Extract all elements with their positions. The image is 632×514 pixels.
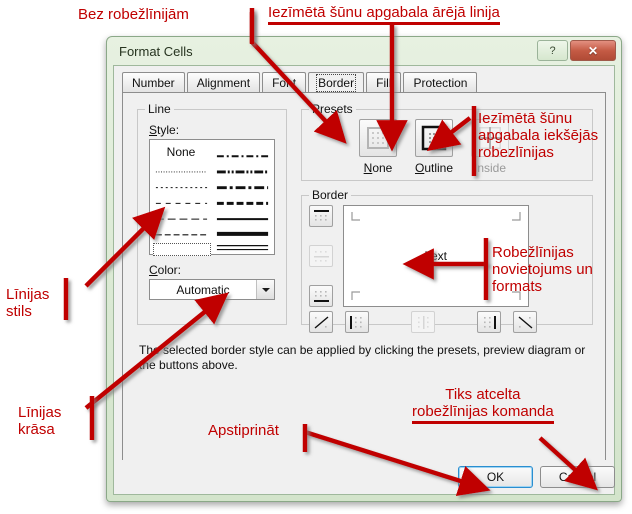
diagonal-down-border-icon [518,315,532,329]
tab-font[interactable]: Font [262,72,307,93]
tab-alignment[interactable]: Alignment [186,72,261,93]
top-border-button[interactable] [309,205,333,227]
tab-strip: Number Alignment Font Border Fill Protec… [122,72,479,93]
annotation-no-borders: Bez robežlīnijām [78,6,189,23]
tab-protection[interactable]: Protection [403,72,478,93]
vertical-inside-border-icon [417,315,429,329]
preset-none-button[interactable] [359,119,397,157]
preset-none-icon [367,127,389,149]
tab-label: Border [316,73,357,92]
tab-label: Fill [376,76,392,90]
hint-text: The selected border style can be applied… [139,343,586,372]
ok-button[interactable]: OK [458,466,533,488]
annotation-confirm: Apstiprināt [208,422,279,439]
line-style-none[interactable]: None [152,144,210,160]
line-color-value: Automatic [176,282,230,297]
tab-border[interactable]: Border [308,72,365,93]
diagonal-up-border-button[interactable] [309,311,333,333]
bottom-border-icon [313,290,329,302]
preset-outline-caption: Outline [414,161,454,175]
bottom-border-button[interactable] [309,285,333,307]
tab-label: Alignment [196,76,251,90]
vertical-inside-border-button [411,311,435,333]
line-group-legend: Line [145,102,174,116]
right-border-button[interactable] [477,311,501,333]
line-color-dropdown[interactable]: Automatic [149,279,275,300]
title-bar[interactable]: Format Cells ? ✕ [107,37,621,67]
diagonal-down-border-button[interactable] [513,311,537,333]
annotation-line-color: Līnijas krāsa [18,404,62,438]
help-icon[interactable]: ? [537,40,568,61]
window-controls: ? ✕ [537,40,616,61]
chevron-down-icon[interactable] [256,280,274,299]
annotation-placement-format: Robežlīnijas novietojums un formats [492,244,593,295]
right-border-icon [483,315,496,329]
line-style-list[interactable]: None [149,139,275,256]
annotation-line-style: Līnijas stils [6,286,50,320]
horizontal-inside-border-button [309,245,333,267]
cancel-button[interactable]: Cancel [540,466,615,488]
top-border-icon [313,209,329,221]
tab-label: Font [272,76,297,90]
tab-fill[interactable]: Fill [366,72,402,93]
tab-label: Number [132,76,175,90]
annotation-inner-lines: Iezīmētā šūnu apgabala iekšējās robezlīn… [478,110,599,161]
dialog-button-bar: OK Cancel [114,460,615,494]
dialog-title: Format Cells [119,44,193,59]
left-border-icon [349,315,362,329]
diagonal-up-border-icon [314,315,328,329]
preset-none-caption: None [363,161,393,175]
annotation-cancel-command: Tiks atcelta robežlīnijas komanda [412,386,554,424]
color-label: Color: [149,263,182,277]
preset-inside-caption: Inside [473,161,507,175]
horizontal-inside-border-icon [313,250,329,262]
close-icon[interactable]: ✕ [570,40,616,61]
border-group-legend: Border [309,188,352,202]
presets-group-legend: Presets [309,102,356,116]
line-style-selected[interactable] [153,243,211,256]
left-border-button[interactable] [345,311,369,333]
preset-outline-button[interactable] [415,119,453,157]
tab-label: Protection [413,76,468,90]
tab-number[interactable]: Number [122,72,185,93]
style-label: Style: [149,123,180,137]
preset-outline-icon [421,125,447,151]
annotation-outer-line: Iezīmētā šūnu apgabala ārējā linija [268,4,500,25]
